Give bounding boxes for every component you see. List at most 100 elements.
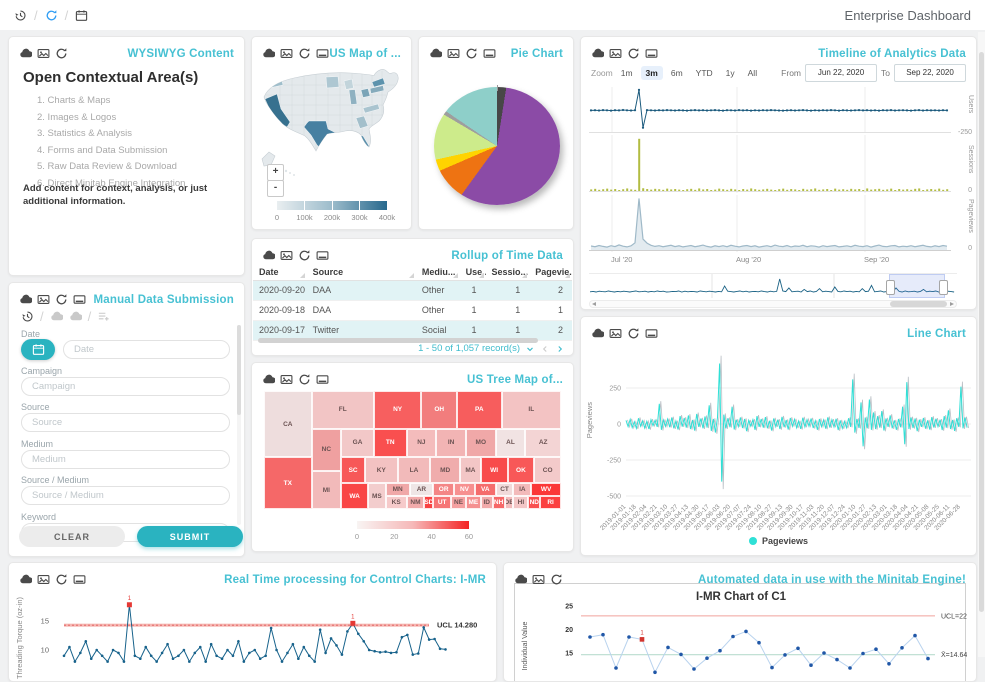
pageviews-chart[interactable] <box>589 195 951 252</box>
pie-chart[interactable] <box>434 87 560 205</box>
refresh-icon[interactable] <box>298 249 311 262</box>
clear-button[interactable]: CLEAR <box>19 526 125 547</box>
column-header[interactable]: Source <box>307 263 416 280</box>
submit-button[interactable]: SUBMIT <box>137 526 243 547</box>
medium-field[interactable] <box>21 450 230 469</box>
refresh-icon[interactable] <box>55 47 68 60</box>
imr-control-chart[interactable]: 1510UCL 14.28011 <box>9 585 497 682</box>
cloud-icon[interactable] <box>19 573 32 586</box>
chevron-down-icon[interactable] <box>525 344 535 354</box>
refresh-icon[interactable] <box>550 573 563 586</box>
refresh-icon[interactable] <box>55 293 68 306</box>
treemap-cell-LA[interactable]: LA <box>398 457 431 483</box>
scroll-right-arrow[interactable] <box>950 302 954 306</box>
cloud-icon[interactable] <box>19 293 32 306</box>
history-icon[interactable] <box>14 9 27 22</box>
navigator-handle-left[interactable] <box>886 280 895 295</box>
treemap-cell-TX[interactable]: TX <box>264 457 312 509</box>
panel-title-rollup[interactable]: Rollup of Time Data <box>451 250 563 262</box>
panel-title-timeline[interactable]: Timeline of Analytics Data <box>818 48 966 60</box>
treemap-cell-IN[interactable]: IN <box>436 429 466 457</box>
treemap-cell-SD[interactable]: SD <box>424 496 433 509</box>
date-picker-button[interactable] <box>21 339 55 360</box>
source-field[interactable] <box>21 413 230 432</box>
campaign-field[interactable] <box>21 377 230 396</box>
treemap-cell-WA[interactable]: WA <box>341 483 368 509</box>
image-icon[interactable] <box>280 249 293 262</box>
imr-chart-of-c1[interactable]: I-MR Chart of C1Individual Value252015UC… <box>515 584 967 682</box>
treemap-cell-CO[interactable]: CO <box>534 457 561 483</box>
cloud-icon[interactable] <box>50 310 63 323</box>
from-date-input[interactable] <box>805 64 877 82</box>
panel-title-treemap[interactable]: US Tree Map of... <box>467 374 563 386</box>
treemap-cell-MS[interactable]: MS <box>368 483 386 509</box>
panel-title-line-chart[interactable]: Line Chart <box>907 328 966 340</box>
treemap-cell-IA[interactable]: IA <box>513 483 531 496</box>
treemap-cell-TN[interactable]: TN <box>374 429 407 457</box>
zoom-option-6m[interactable]: 6m <box>666 66 688 80</box>
cloud-icon[interactable] <box>262 47 275 60</box>
users-chart[interactable] <box>589 87 951 133</box>
cloud-icon[interactable] <box>514 573 527 586</box>
treemap-cell-RI[interactable]: RI <box>540 496 561 509</box>
chevron-left-ic[interactable] <box>540 344 550 354</box>
treemap-cell-HI[interactable]: HI <box>513 496 528 509</box>
treemap-cell-KS[interactable]: KS <box>386 496 407 509</box>
navigator-handle-right[interactable] <box>939 280 948 295</box>
table-row[interactable]: 2020-09-20DAAOther112 <box>253 281 572 301</box>
image-icon[interactable] <box>37 47 50 60</box>
image-icon[interactable] <box>447 47 460 60</box>
treemap-cell-UT[interactable]: UT <box>433 496 451 509</box>
treemap-cell-MA[interactable]: MA <box>460 457 481 483</box>
treemap-cell-MI[interactable]: MI <box>312 471 342 509</box>
panel-title-pie[interactable]: Pie Chart <box>511 48 563 60</box>
timeline-navigator[interactable] <box>589 273 957 298</box>
treemap-cell-AL[interactable]: AL <box>496 429 526 457</box>
history-icon[interactable] <box>21 310 34 323</box>
treemap-cell-IL[interactable]: IL <box>502 391 561 429</box>
treemap-cell-CT[interactable]: CT <box>496 483 514 496</box>
zoom-option-1y[interactable]: 1y <box>721 66 740 80</box>
treemap-cell-AZ[interactable]: AZ <box>525 429 561 457</box>
zoom-option-1m[interactable]: 1m <box>616 66 638 80</box>
navigator-selection[interactable] <box>889 274 945 298</box>
timeline-scrollbar[interactable] <box>589 300 957 308</box>
scroll-thumb[interactable] <box>890 301 947 307</box>
source-medium-field[interactable] <box>21 486 230 505</box>
image-icon[interactable] <box>532 573 545 586</box>
treemap-cell-NH[interactable]: NH <box>493 496 505 509</box>
treemap-cell-ID[interactable]: ID <box>481 496 493 509</box>
cloud-icon[interactable] <box>69 310 82 323</box>
treemap-cell-MO[interactable]: MO <box>466 429 496 457</box>
chevron-right-ic[interactable] <box>555 344 565 354</box>
treemap-cell-VA[interactable]: VA <box>475 483 496 496</box>
panel-title-us-map[interactable]: US Map of ... <box>329 48 401 60</box>
column-header[interactable]: Mediu... <box>416 263 460 280</box>
treemap-cell-OH[interactable]: OH <box>421 391 457 429</box>
refresh-icon[interactable] <box>298 47 311 60</box>
image-icon[interactable] <box>609 47 622 60</box>
image-icon[interactable] <box>37 573 50 586</box>
cloud-icon[interactable] <box>262 373 275 386</box>
cloud-icon[interactable] <box>262 249 275 262</box>
column-header[interactable]: Use... <box>460 263 486 280</box>
panel-title-control[interactable]: Real Time processing for Control Charts:… <box>224 574 486 586</box>
treemap-cell-WV[interactable]: WV <box>531 483 561 496</box>
panel-title-wysiwyg[interactable]: WYSIWYG Content <box>128 48 235 60</box>
list-plus-icon[interactable] <box>97 310 110 323</box>
page-scrollbar-thumb[interactable] <box>979 52 984 612</box>
scroll-left-arrow[interactable] <box>592 302 596 306</box>
refresh-icon[interactable] <box>627 47 640 60</box>
card-icon[interactable] <box>316 47 329 60</box>
to-date-input[interactable] <box>894 64 966 82</box>
zoom-option-3m[interactable]: 3m <box>641 66 663 80</box>
card-icon[interactable] <box>316 373 329 386</box>
treemap-cell-NV[interactable]: NV <box>454 483 475 496</box>
treemap-cell-OR[interactable]: OR <box>433 483 454 496</box>
image-icon[interactable] <box>37 293 50 306</box>
treemap-cell-NJ[interactable]: NJ <box>407 429 437 457</box>
page-scrollbar[interactable] <box>978 32 985 657</box>
date-field[interactable] <box>63 340 230 359</box>
pageviews-line-chart[interactable]: 2500-250-5002019-01-012019-01-182019-02-… <box>581 341 977 535</box>
treemap-cell-GA[interactable]: GA <box>341 429 374 457</box>
